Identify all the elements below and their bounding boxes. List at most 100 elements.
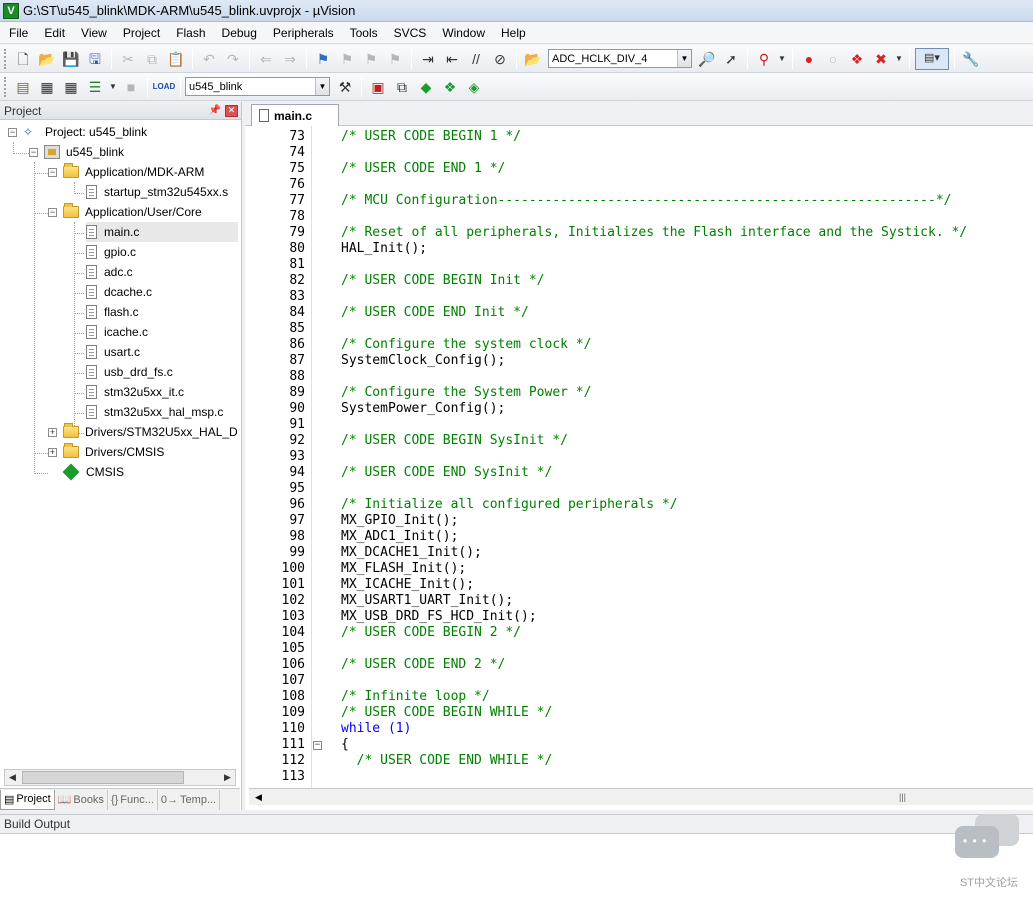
chevron-down-icon[interactable]: ▼ <box>777 48 787 70</box>
paste-icon[interactable]: 📋 <box>165 48 187 70</box>
project-horizontal-scrollbar[interactable]: ◀ ▶ <box>4 769 236 786</box>
tree-file-startup[interactable]: startup_stm32u545xx.s <box>86 182 228 202</box>
tab-project[interactable]: ▤ Project <box>0 789 55 810</box>
undo-icon[interactable]: ↶ <box>198 48 220 70</box>
indent-icon[interactable]: ⇥ <box>417 48 439 70</box>
menu-flash[interactable]: Flash <box>167 22 212 44</box>
find-icon[interactable]: 🔎 <box>696 48 718 70</box>
tree-group-mdk-arm[interactable]: − Application/MDK-ARM <box>48 162 204 182</box>
collapse-icon[interactable]: − <box>8 127 17 137</box>
multi-project-icon[interactable]: ⧉ <box>391 76 413 98</box>
next-bookmark-icon[interactable]: ⚑ <box>360 48 382 70</box>
target-combo[interactable]: u545_blink ▼ <box>185 77 330 96</box>
clear-bookmarks-icon[interactable]: ⚑ <box>384 48 406 70</box>
find-in-files-icon[interactable]: 📂 <box>522 48 544 70</box>
tree-file-adc[interactable]: adc.c <box>86 262 133 282</box>
rebuild-icon[interactable]: ▦ <box>60 76 82 98</box>
code-editor[interactable]: 73 74 75 76 77 78 79 80 81 82 83 84 85 86 87 88 89 90 91 92… <box>245 126 1033 788</box>
copy-icon[interactable]: ⧉ <box>141 48 163 70</box>
tree-group-user-core[interactable]: − Application/User/Core <box>48 202 202 222</box>
disable-breakpoint-icon[interactable]: ○ <box>822 48 844 70</box>
menu-peripherals[interactable]: Peripherals <box>264 22 341 44</box>
collapse-icon[interactable]: − <box>29 147 38 157</box>
load-download-icon[interactable]: LOAD <box>153 76 176 98</box>
scroll-left-icon[interactable]: ◀ <box>5 770 20 785</box>
toolbar-grip[interactable] <box>4 48 7 69</box>
tree-file-main[interactable]: main.c <box>86 222 238 242</box>
redo-icon[interactable]: ↷ <box>222 48 244 70</box>
tab-main-c[interactable]: main.c <box>251 104 339 126</box>
tree-group-cmsis-drivers[interactable]: + Drivers/CMSIS <box>48 442 164 462</box>
kill-breakpoints-icon[interactable]: ✖ <box>870 48 892 70</box>
pack-installer-icon[interactable]: ◈ <box>463 76 485 98</box>
chevron-down-icon[interactable]: ▼ <box>108 76 118 98</box>
tree-file-dcache[interactable]: dcache.c <box>86 282 152 302</box>
menu-edit[interactable]: Edit <box>35 22 72 44</box>
open-folder-icon[interactable]: 📂 <box>36 48 58 70</box>
debug-session-icon[interactable]: ⚲ <box>753 48 775 70</box>
window-layout-icon[interactable]: ▤▾ <box>915 47 949 70</box>
comment-icon[interactable]: // <box>465 48 487 70</box>
collapse-icon[interactable]: − <box>48 167 57 177</box>
scrollbar-thumb[interactable] <box>22 771 184 784</box>
tree-file-icache[interactable]: icache.c <box>86 322 148 342</box>
build-output-panel[interactable] <box>0 834 1033 897</box>
menu-help[interactable]: Help <box>492 22 533 44</box>
toolbar-grip[interactable] <box>4 76 7 97</box>
manage-project-items-icon[interactable]: ▣ <box>367 76 389 98</box>
configure-tools-icon[interactable]: 🔧 <box>960 48 982 70</box>
define-combo[interactable]: ADC_HCLK_DIV_4 ▼ <box>548 49 692 68</box>
new-file-icon[interactable]: 🗋 <box>12 48 34 70</box>
tree-item-project[interactable]: − ✧ Project: u545_blink <box>8 122 147 142</box>
chevron-down-icon[interactable]: ▼ <box>677 50 691 67</box>
expand-icon[interactable]: + <box>48 427 57 437</box>
manage-rte-icon[interactable]: ◆ <box>415 76 437 98</box>
scroll-left-icon[interactable]: ◀ <box>251 790 266 805</box>
chevron-down-icon[interactable]: ▼ <box>315 78 329 95</box>
tree-group-hal-driver[interactable]: + Drivers/STM32U5xx_HAL_Driver <box>48 422 238 442</box>
menu-view[interactable]: View <box>72 22 114 44</box>
pin-icon[interactable]: 📌 <box>209 105 221 116</box>
scroll-right-icon[interactable]: ▶ <box>220 770 235 785</box>
select-packs-icon[interactable]: ❖ <box>439 76 461 98</box>
close-icon[interactable]: ✕ <box>225 104 238 117</box>
fold-toggle-icon[interactable]: − <box>313 741 322 750</box>
scrollbar-grip-icon[interactable]: ||| <box>899 792 906 802</box>
chevron-down-icon[interactable]: ▼ <box>894 48 904 70</box>
menu-svcs[interactable]: SVCS <box>385 22 434 44</box>
collapse-icon[interactable]: − <box>48 207 57 217</box>
tab-functions[interactable]: {} Func... <box>108 789 158 810</box>
tree-item-cmsis[interactable]: CMSIS <box>62 462 124 482</box>
bookmark-icon[interactable]: ⚑ <box>312 48 334 70</box>
batch-build-icon[interactable]: ☰ <box>84 76 106 98</box>
menu-file[interactable]: File <box>0 22 35 44</box>
save-icon[interactable]: 💾 <box>60 48 82 70</box>
editor-horizontal-scrollbar[interactable]: ◀ ||| <box>249 788 1033 805</box>
incremental-find-icon[interactable]: ➚ <box>720 48 742 70</box>
prev-bookmark-icon[interactable]: ⚑ <box>336 48 358 70</box>
save-all-icon[interactable]: 🖫 <box>84 48 106 70</box>
tree-file-gpio[interactable]: gpio.c <box>86 242 136 262</box>
expand-icon[interactable]: + <box>48 447 57 457</box>
menu-debug[interactable]: Debug <box>213 22 264 44</box>
menu-tools[interactable]: Tools <box>341 22 385 44</box>
tab-books[interactable]: 📖 Books <box>55 789 108 810</box>
translate-icon[interactable]: ▤ <box>12 76 34 98</box>
tab-templates[interactable]: 0→ Temp... <box>158 789 221 810</box>
tree-file-usb[interactable]: usb_drd_fs.c <box>86 362 173 382</box>
tree-file-flash[interactable]: flash.c <box>86 302 139 322</box>
build-icon[interactable]: ▦ <box>36 76 58 98</box>
menu-window[interactable]: Window <box>433 22 492 44</box>
unindent-icon[interactable]: ⇤ <box>441 48 463 70</box>
navigate-back-icon[interactable]: ⇐ <box>255 48 277 70</box>
tree-file-usart[interactable]: usart.c <box>86 342 140 362</box>
disable-all-breakpoints-icon[interactable]: ❖ <box>846 48 868 70</box>
tree-file-hal-msp[interactable]: stm32u5xx_hal_msp.c <box>86 402 223 422</box>
breakpoint-icon[interactable]: ● <box>798 48 820 70</box>
tree-file-it[interactable]: stm32u5xx_it.c <box>86 382 184 402</box>
navigate-forward-icon[interactable]: ⇒ <box>279 48 301 70</box>
uncomment-icon[interactable]: ⊘ <box>489 48 511 70</box>
tree-item-target[interactable]: − u545_blink <box>29 142 124 162</box>
cut-icon[interactable]: ✂ <box>117 48 139 70</box>
target-options-icon[interactable]: ⚒ <box>334 76 356 98</box>
